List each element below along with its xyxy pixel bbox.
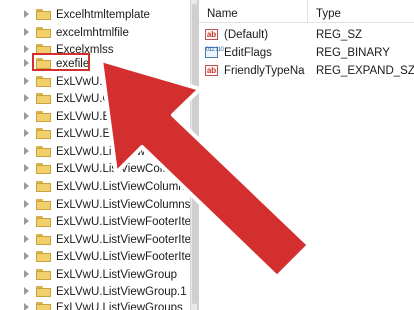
tree-item-label: ExLVwU.ListViewColumns bbox=[56, 181, 190, 193]
expand-arrow-icon[interactable] bbox=[24, 200, 29, 208]
tree-item[interactable]: Excelhtmltemplate bbox=[0, 5, 190, 25]
tree-item-label: ExLVwU.ListViewFooterIter bbox=[56, 216, 190, 228]
tree-item[interactable]: ExLVwU.ListViewColumn bbox=[0, 159, 190, 179]
folder-icon bbox=[36, 216, 51, 227]
expand-arrow-icon[interactable] bbox=[24, 45, 29, 53]
folder-icon bbox=[36, 199, 51, 210]
column-separator[interactable] bbox=[307, 0, 308, 22]
tree-item-label: ExLVwU.ExplorerLis bbox=[56, 128, 160, 140]
expand-arrow-icon[interactable] bbox=[24, 217, 29, 225]
folder-icon bbox=[36, 286, 51, 297]
folder-icon bbox=[36, 93, 51, 104]
folder-icon bbox=[36, 27, 51, 38]
tree-item[interactable]: ExLVwU.ExplorerLis bbox=[0, 124, 190, 144]
tree-item-label: ExLVwU.Co bbox=[56, 76, 118, 88]
value-name: EditFlags bbox=[224, 47, 272, 59]
column-header-row: Name Type bbox=[199, 0, 414, 23]
tree-item[interactable]: ExLVwU.Contr bbox=[0, 89, 190, 109]
tree-item-label: excelmhtmlfile bbox=[56, 27, 129, 39]
value-type: REG_EXPAND_SZ bbox=[316, 65, 414, 77]
expand-arrow-icon[interactable] bbox=[24, 235, 29, 243]
tree-item[interactable]: ExLVwU.ListViewColumns bbox=[0, 177, 190, 197]
expand-arrow-icon[interactable] bbox=[24, 28, 29, 36]
folder-icon bbox=[36, 76, 51, 87]
expand-arrow-icon[interactable] bbox=[24, 112, 29, 120]
expand-arrow-icon[interactable] bbox=[24, 59, 29, 67]
folder-icon bbox=[36, 302, 51, 310]
expand-arrow-icon[interactable] bbox=[24, 147, 29, 155]
expand-arrow-icon[interactable] bbox=[24, 94, 29, 102]
value-name: FriendlyTypeNa bbox=[224, 65, 305, 77]
tree-item-label: ExLVwU.ListViewGroup bbox=[56, 269, 178, 281]
tree-item-label: ExLVwU.Contr bbox=[56, 93, 131, 105]
value-row[interactable]: ab FriendlyTypeNa REG_EXPAND_SZ bbox=[199, 62, 414, 80]
value-type: REG_BINARY bbox=[316, 47, 390, 59]
value-row[interactable]: ab (Default) REG_SZ bbox=[199, 26, 414, 44]
folder-icon bbox=[36, 146, 51, 157]
expand-arrow-icon[interactable] bbox=[24, 252, 29, 260]
tree-item-label: ExLVwU.ListViewGroups bbox=[56, 302, 183, 310]
tree-item-label: ExLVwU.ListViewColumns bbox=[56, 199, 190, 211]
value-name: (Default) bbox=[224, 29, 269, 41]
tree-item-label: ExLVwU.ListViewColumn bbox=[56, 163, 185, 175]
tree-item-label: Excelhtmltemplate bbox=[56, 9, 150, 21]
expand-arrow-icon[interactable] bbox=[24, 270, 29, 278]
folder-icon bbox=[36, 251, 51, 262]
tree-item-label: ExLVwU.ExplorerBa bbox=[56, 111, 160, 123]
expand-arrow-icon[interactable] bbox=[24, 77, 29, 85]
binary-value-icon: 011 110 bbox=[205, 47, 224, 58]
expand-arrow-icon[interactable] bbox=[24, 164, 29, 172]
expand-arrow-icon[interactable] bbox=[24, 10, 29, 18]
expand-arrow-icon[interactable] bbox=[24, 303, 29, 310]
string-value-icon: ab bbox=[205, 29, 218, 40]
tree-item-label: ExLVwU.ListViewGroup.1 bbox=[56, 286, 187, 298]
value-row[interactable]: 011 110 EditFlags REG_BINARY bbox=[199, 44, 414, 62]
folder-icon bbox=[36, 181, 51, 192]
folder-icon bbox=[36, 163, 51, 174]
selected-item-highlight bbox=[32, 53, 90, 71]
expand-arrow-icon[interactable] bbox=[24, 129, 29, 137]
tree-item-label: ExLVwU.ListViewFooterIter bbox=[56, 251, 190, 263]
tree-item-label: ExLVwU.ListViewFooterIter bbox=[56, 234, 190, 246]
tree-item-label: ExLVwU.ListViewColu bbox=[56, 146, 169, 158]
folder-icon bbox=[36, 128, 51, 139]
expand-arrow-icon[interactable] bbox=[24, 182, 29, 190]
tree-item[interactable]: ExLVwU.ListViewFooterIter bbox=[0, 212, 190, 232]
tree-item[interactable]: ExLVwU.ListViewGroups bbox=[0, 298, 190, 310]
tree-item[interactable]: ExLVwU.ListViewFooterIter bbox=[0, 247, 190, 267]
value-type: REG_SZ bbox=[316, 29, 363, 41]
folder-icon bbox=[36, 9, 51, 20]
column-header-name[interactable]: Name bbox=[207, 8, 238, 20]
column-header-type[interactable]: Type bbox=[316, 8, 341, 20]
folder-icon bbox=[36, 234, 51, 245]
values-pane[interactable]: Name Type ab (Default) REG_SZ 011 110 Ed… bbox=[197, 0, 414, 310]
folder-icon bbox=[36, 269, 51, 280]
string-value-icon: ab bbox=[205, 65, 218, 76]
folder-icon bbox=[36, 111, 51, 122]
tree-item-selected[interactable]: exefile bbox=[0, 54, 190, 74]
registry-key-tree[interactable]: Excelhtmltemplate excelmhtmlfile Excelxm… bbox=[0, 0, 190, 310]
expand-arrow-icon[interactable] bbox=[24, 287, 29, 295]
